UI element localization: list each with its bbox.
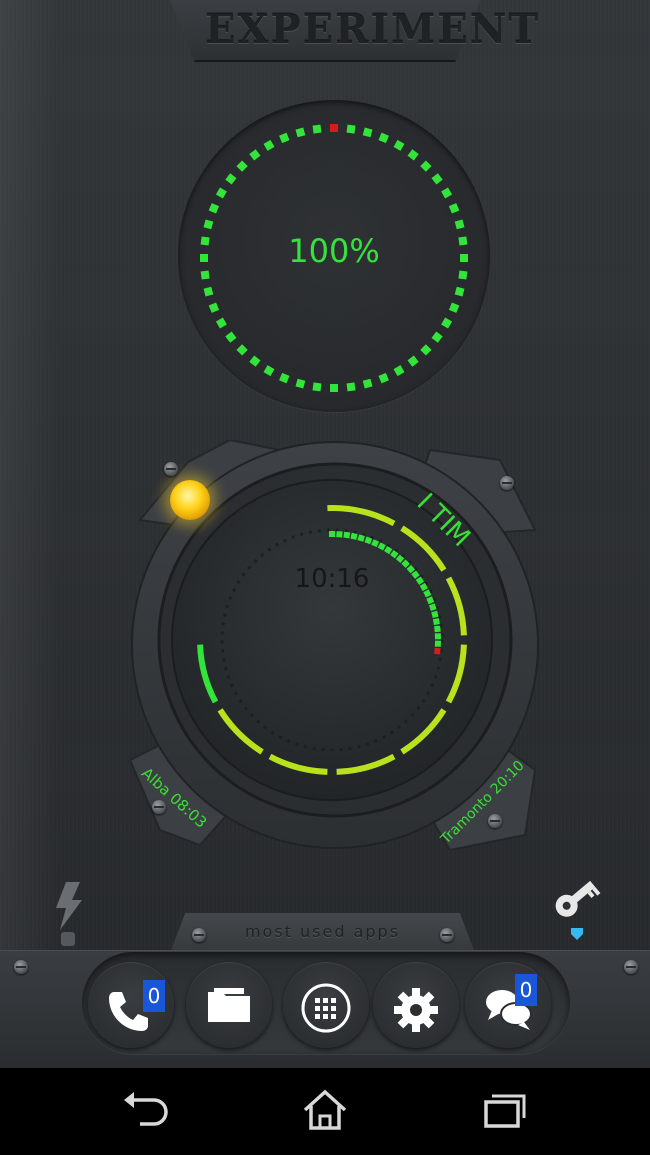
screw: [624, 960, 638, 974]
app-drawer-icon: [301, 983, 351, 1033]
minute-dot: [329, 531, 335, 537]
most-used-label: most used apps: [244, 922, 401, 941]
flash-icon[interactable]: [52, 880, 84, 948]
gear-icon: [394, 988, 438, 1032]
battery-dot: [441, 187, 453, 199]
sun-icon[interactable]: [170, 480, 210, 520]
screw: [192, 928, 206, 942]
battery-dot: [200, 254, 208, 262]
battery-dot: [295, 127, 306, 138]
battery-dot: [393, 139, 405, 151]
battery-dot: [312, 124, 322, 134]
battery-dot: [225, 331, 237, 343]
minute-dot: [434, 625, 441, 633]
battery-dot: [420, 344, 432, 356]
messages-badge: 0: [515, 974, 537, 1006]
battery-dot: [448, 302, 460, 313]
battery-dot: [460, 254, 468, 262]
minute-dot: [434, 640, 442, 647]
minute-dot: [434, 647, 441, 655]
battery-dot: [200, 270, 210, 280]
battery-dot: [215, 317, 227, 329]
battery-dot: [458, 236, 468, 246]
battery-dot: [225, 173, 237, 185]
battery-dot: [330, 384, 338, 392]
screw: [152, 800, 166, 814]
battery-dot: [330, 124, 338, 132]
screw: [14, 960, 28, 974]
battery-dot: [407, 355, 419, 367]
battery-dot: [236, 160, 248, 172]
screw: [440, 928, 454, 942]
battery-dot: [362, 127, 373, 138]
battery-dot: [393, 365, 405, 377]
battery-dot: [420, 160, 432, 172]
battery-dot: [454, 286, 465, 297]
home-icon[interactable]: [300, 1088, 350, 1132]
battery-dot: [279, 132, 290, 144]
minute-dot: [336, 531, 343, 538]
battery-dot: [448, 203, 460, 214]
minute-dot: [343, 531, 351, 539]
glare-overlay: [0, 0, 60, 1068]
battery-dot: [346, 382, 356, 392]
battery-dot: [378, 132, 389, 144]
battery-dot: [454, 219, 465, 230]
screw: [164, 462, 178, 476]
battery-dot: [236, 344, 248, 356]
theme-title: EXPERIMENT: [205, 6, 541, 53]
battery-dot: [346, 124, 356, 134]
battery-dot: [407, 149, 419, 161]
battery-dot: [263, 139, 275, 151]
battery-dot: [208, 302, 220, 313]
home-screen: EXPERIMENT 100% 10:16 I TIM Alba 08:03 T…: [0, 0, 650, 1068]
recents-icon[interactable]: [480, 1088, 530, 1132]
battery-dot: [208, 203, 220, 214]
clock-time: 10:16: [294, 564, 370, 594]
battery-dot: [295, 378, 306, 389]
screw: [500, 476, 514, 490]
battery-dot: [431, 173, 443, 185]
battery-dot: [458, 270, 468, 280]
battery-dot: [263, 365, 275, 377]
screw: [488, 814, 502, 828]
key-icon[interactable]: [552, 876, 602, 942]
back-icon[interactable]: [118, 1088, 174, 1132]
battery-dot: [203, 286, 214, 297]
minute-dot: [434, 633, 442, 640]
battery-dot: [203, 219, 214, 230]
battery-percent: 100%: [288, 232, 380, 270]
battery-dot: [378, 372, 389, 384]
battery-dot: [441, 317, 453, 329]
minute-dot: [350, 532, 358, 540]
battery-dot: [312, 382, 322, 392]
battery-dot: [249, 149, 261, 161]
battery-dot: [431, 331, 443, 343]
battery-dot: [249, 355, 261, 367]
minute-dot: [432, 618, 440, 626]
phone-badge: 0: [143, 980, 165, 1012]
battery-dot: [215, 187, 227, 199]
folder-icon: [208, 988, 250, 1022]
battery-dot: [279, 372, 290, 384]
battery-dot: [200, 236, 210, 246]
battery-dot: [362, 378, 373, 389]
